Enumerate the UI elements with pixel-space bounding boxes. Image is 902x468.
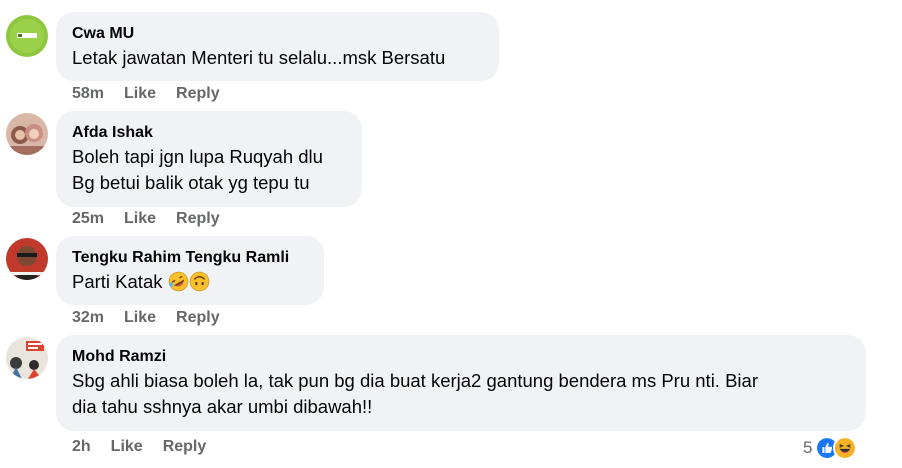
comment-text-line: Bg betui balik otak yg tepu tu	[72, 172, 310, 193]
avatar[interactable]	[6, 238, 48, 280]
comment-text: Parti Katak	[72, 269, 308, 295]
comment-actions: 2h Like Reply	[72, 438, 226, 456]
comment-bubble: Cwa MU Letak jawatan Menteri tu selalu..…	[56, 12, 499, 81]
comment-text-line: Letak jawatan Menteri tu selalu...msk Be…	[72, 47, 446, 68]
reply-button[interactable]: Reply	[176, 85, 220, 102]
comment-text-line: dia tahu sshnya akar umbi dibawah!!	[72, 396, 373, 417]
graphic-avatar-icon	[6, 337, 48, 379]
comment-bubble: Afda Ishak Boleh tapi jgn lupa Ruqyah dl…	[56, 111, 362, 207]
green-logo-avatar-icon	[6, 15, 48, 57]
comment-author[interactable]: Cwa MU	[72, 23, 483, 45]
reply-button[interactable]: Reply	[163, 438, 207, 455]
rolling-laughing-emoji-icon	[168, 271, 189, 292]
avatar[interactable]	[6, 15, 48, 57]
haha-reaction-icon	[833, 436, 858, 460]
comment-text-line: Parti Katak	[72, 271, 163, 292]
like-button[interactable]: Like	[111, 438, 143, 455]
comment-time[interactable]: 25m	[72, 210, 104, 227]
comment-author[interactable]: Afda Ishak	[72, 122, 346, 144]
comment-text-line: Boleh tapi jgn lupa Ruqyah dlu	[72, 146, 323, 167]
photo-avatar-icon	[6, 238, 48, 280]
like-button[interactable]: Like	[124, 210, 156, 227]
comment-actions: 58m Like Reply	[72, 85, 240, 103]
reaction-summary[interactable]: 5	[803, 435, 858, 461]
comment-actions: 32m Like Reply	[72, 309, 240, 327]
comment-bubble: Tengku Rahim Tengku Ramli Parti Katak	[56, 236, 324, 305]
comment-time[interactable]: 32m	[72, 309, 104, 326]
comment-author[interactable]: Tengku Rahim Tengku Ramli	[72, 247, 308, 269]
comment-bubble: Mohd Ramzi Sbg ahli biasa boleh la, tak …	[56, 335, 866, 431]
avatar[interactable]	[6, 113, 48, 155]
like-button[interactable]: Like	[124, 85, 156, 102]
comment-time[interactable]: 58m	[72, 85, 104, 102]
photo-avatar-icon	[6, 113, 48, 155]
avatar[interactable]	[6, 337, 48, 379]
comment-text-line: Sbg ahli biasa boleh la, tak pun bg dia …	[72, 370, 758, 391]
comment-author[interactable]: Mohd Ramzi	[72, 346, 850, 368]
reply-button[interactable]: Reply	[176, 309, 220, 326]
comment-actions: 25m Like Reply	[72, 210, 240, 228]
comment-time[interactable]: 2h	[72, 438, 91, 455]
reaction-count: 5	[803, 438, 813, 457]
upside-down-face-emoji-icon	[189, 271, 210, 292]
reply-button[interactable]: Reply	[176, 210, 220, 227]
like-button[interactable]: Like	[124, 309, 156, 326]
